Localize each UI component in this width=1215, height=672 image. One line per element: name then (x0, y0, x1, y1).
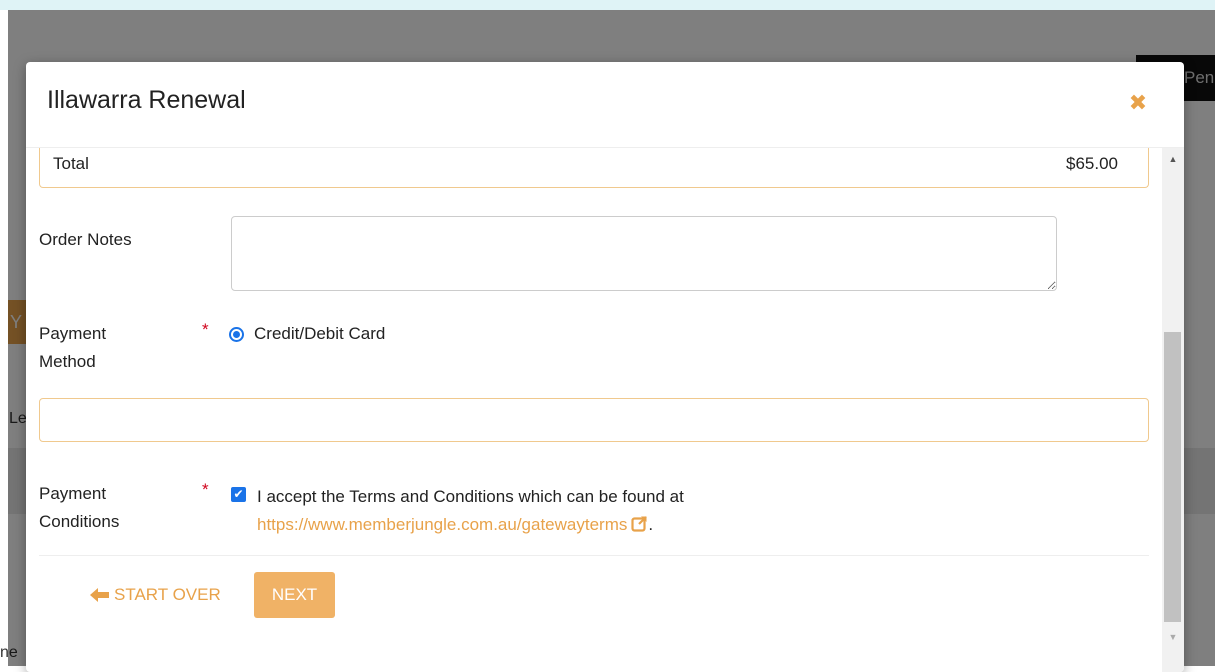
terms-statement: I accept the Terms and Conditions which … (257, 487, 684, 506)
modal-header: Illawarra Renewal ✖ (26, 62, 1184, 148)
external-link-icon[interactable] (631, 515, 648, 532)
terms-text: I accept the Terms and Conditions which … (257, 483, 957, 539)
terms-link-text[interactable]: https://www.memberjungle.com.au/gatewayt… (257, 515, 627, 534)
required-marker: * (202, 480, 209, 499)
required-marker: * (202, 320, 209, 339)
start-over-button[interactable]: START OVER (90, 585, 221, 605)
payment-conditions-label: Payment Conditions (39, 484, 120, 531)
terms-trailing-period: . (648, 515, 654, 534)
radio-selected-icon[interactable] (229, 326, 244, 342)
terms-checkbox[interactable]: ✔ (231, 487, 246, 502)
credit-card-option-label: Credit/Debit Card (254, 324, 386, 343)
renewal-modal: Illawarra Renewal ✖ Total $65.00 Order N… (26, 62, 1184, 672)
payment-method-label: Payment Method (39, 324, 107, 371)
background-top-strip (0, 0, 1215, 10)
modal-title: Illawarra Renewal (47, 86, 246, 114)
credit-card-radio-option[interactable]: Credit/Debit Card (229, 324, 385, 344)
modal-scrollbar[interactable]: ▲ ▼ (1162, 148, 1184, 672)
total-label: Total (53, 154, 89, 173)
start-over-label: START OVER (114, 585, 221, 604)
close-icon[interactable]: ✖ (1126, 90, 1150, 116)
arrow-left-icon (90, 588, 109, 602)
order-notes-input[interactable] (231, 216, 1057, 291)
footer-divider (39, 555, 1149, 556)
total-value: $65.00 (1066, 154, 1118, 173)
total-row: Total $65.00 (39, 148, 1149, 188)
next-button[interactable]: NEXT (254, 572, 335, 618)
terms-link[interactable]: https://www.memberjungle.com.au/gatewayt… (257, 515, 648, 534)
scroll-down-arrow-icon[interactable]: ▼ (1162, 626, 1184, 648)
modal-body: Total $65.00 Order Notes Payment Method … (26, 148, 1162, 672)
scroll-thumb[interactable] (1164, 332, 1181, 622)
card-details-field[interactable] (39, 398, 1149, 442)
scroll-up-arrow-icon[interactable]: ▲ (1162, 148, 1184, 170)
order-notes-label: Order Notes (39, 230, 132, 249)
